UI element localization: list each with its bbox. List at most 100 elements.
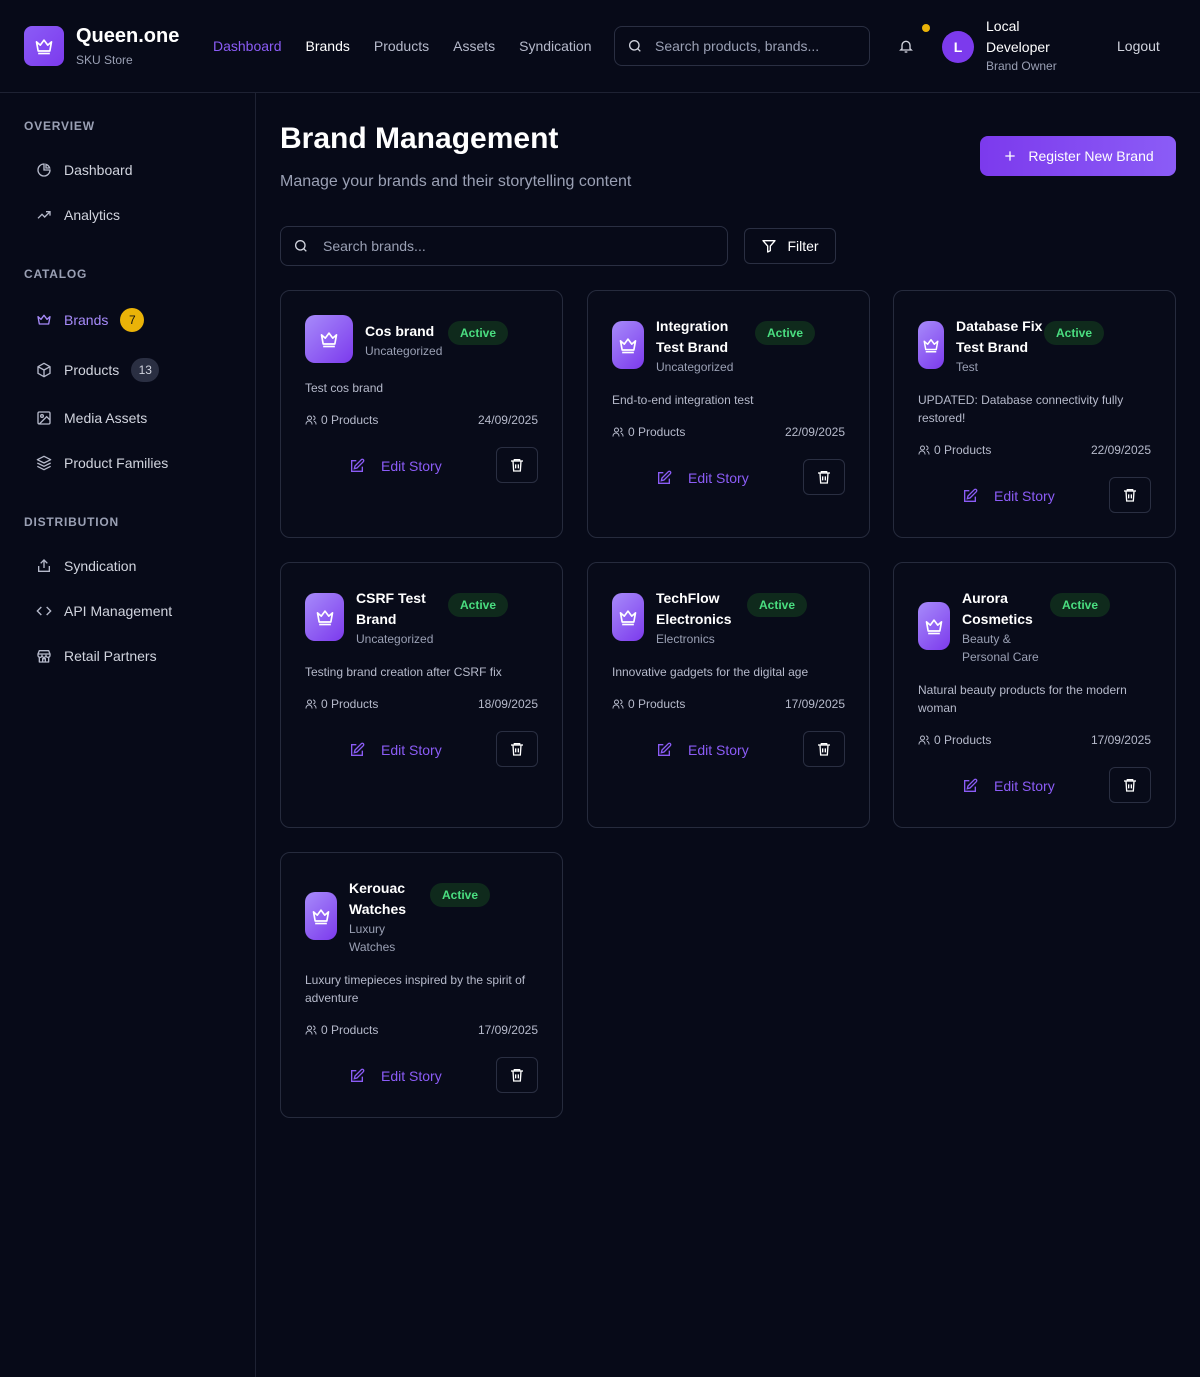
brand-description: End-to-end integration test bbox=[612, 393, 754, 407]
users-icon bbox=[305, 1024, 317, 1036]
nav-products[interactable]: Products bbox=[374, 38, 429, 54]
brand-description: Innovative gadgets for the digital age bbox=[612, 665, 809, 679]
delete-button[interactable] bbox=[496, 731, 538, 767]
brand-card: TechFlow Electronics Electronics Active … bbox=[587, 562, 870, 828]
sidebar-section-overview: OVERVIEW bbox=[24, 119, 95, 133]
trash-icon bbox=[816, 741, 832, 757]
bell-icon[interactable] bbox=[898, 38, 914, 54]
register-brand-button[interactable]: Register New Brand bbox=[980, 136, 1176, 176]
sidebar-item-label: Dashboard bbox=[64, 162, 133, 178]
edit-story-button[interactable]: Edit Story bbox=[349, 1058, 442, 1094]
status-badge: Active bbox=[448, 321, 509, 345]
brand-search[interactable] bbox=[280, 226, 728, 266]
brand-name: Database Fix Test Brand bbox=[956, 318, 1043, 355]
brand-description: Test cos brand bbox=[305, 381, 384, 395]
avatar[interactable]: L bbox=[942, 31, 974, 63]
sidebar-item-label: Product Families bbox=[64, 455, 169, 471]
brand-description: Natural beauty products for the modern w… bbox=[918, 683, 1127, 715]
brand-category: Electronics bbox=[656, 632, 715, 646]
product-count: 0 Products bbox=[934, 733, 992, 747]
page-title: Brand Management bbox=[280, 122, 559, 155]
sidebar-item-syndication[interactable]: Syndication bbox=[24, 548, 232, 584]
status-badge: Active bbox=[747, 593, 808, 617]
sidebar-item-product-families[interactable]: Product Families bbox=[24, 445, 232, 481]
filter-button[interactable]: Filter bbox=[744, 228, 836, 264]
edit-icon bbox=[349, 1068, 365, 1084]
product-count: 0 Products bbox=[321, 697, 379, 711]
page-subtitle: Manage your brands and their storytellin… bbox=[280, 173, 632, 190]
users-icon bbox=[612, 698, 624, 710]
sidebar-item-dashboard[interactable]: Dashboard bbox=[24, 152, 232, 188]
delete-button[interactable] bbox=[803, 459, 845, 495]
sidebar-item-api-management[interactable]: API Management bbox=[24, 593, 232, 629]
global-search[interactable] bbox=[614, 26, 870, 66]
share-icon bbox=[36, 558, 52, 574]
filter-label: Filter bbox=[787, 238, 819, 254]
edit-icon bbox=[349, 742, 365, 758]
nav-syndication[interactable]: Syndication bbox=[519, 38, 591, 54]
sidebar-item-brands[interactable]: Brands 7 bbox=[24, 302, 232, 338]
brand-card: Integration Test Brand Uncategorized Act… bbox=[587, 290, 870, 538]
brand-date: 22/09/2025 bbox=[784, 425, 845, 439]
brand-card: Aurora Cosmetics Beauty & Personal Care … bbox=[893, 562, 1176, 828]
product-count: 0 Products bbox=[934, 443, 992, 457]
top-header: Queen.one SKU Store Dashboard Brands Pro… bbox=[0, 0, 1200, 93]
sidebar-section-catalog: CATALOG bbox=[24, 267, 88, 281]
edit-story-button[interactable]: Edit Story bbox=[962, 768, 1055, 804]
edit-icon bbox=[962, 778, 978, 794]
sidebar-item-media-assets[interactable]: Media Assets bbox=[24, 400, 232, 436]
brand-date: 22/09/2025 bbox=[1090, 443, 1151, 457]
logout-button[interactable]: Logout bbox=[1117, 38, 1160, 54]
app-name: Queen.one bbox=[76, 25, 180, 47]
edit-story-label: Edit Story bbox=[994, 778, 1055, 794]
delete-button[interactable] bbox=[1109, 767, 1151, 803]
crown-logo-icon[interactable] bbox=[24, 26, 64, 66]
brand-category: Luxury Watches bbox=[349, 922, 396, 954]
nav-dashboard[interactable]: Dashboard bbox=[213, 38, 282, 54]
status-badge: Active bbox=[755, 321, 816, 345]
sidebar-item-products[interactable]: Products 13 bbox=[24, 352, 232, 388]
register-brand-label: Register New Brand bbox=[1028, 148, 1154, 164]
edit-story-button[interactable]: Edit Story bbox=[656, 732, 749, 768]
product-count: 0 Products bbox=[321, 413, 379, 427]
crown-icon bbox=[918, 602, 950, 650]
crown-icon bbox=[305, 892, 337, 940]
layers-icon bbox=[36, 455, 52, 471]
crown-icon bbox=[918, 321, 944, 369]
brand-date: 18/09/2025 bbox=[477, 697, 538, 711]
users-icon bbox=[918, 444, 930, 456]
edit-story-button[interactable]: Edit Story bbox=[349, 732, 442, 768]
brand-category: Test bbox=[956, 360, 979, 374]
sidebar-item-label: Retail Partners bbox=[64, 648, 157, 664]
trending-up-icon bbox=[36, 207, 52, 223]
sidebar-item-retail-partners[interactable]: Retail Partners bbox=[24, 638, 232, 674]
delete-button[interactable] bbox=[496, 1057, 538, 1093]
edit-story-label: Edit Story bbox=[688, 470, 749, 486]
app-subtitle: SKU Store bbox=[76, 53, 133, 67]
nav-assets[interactable]: Assets bbox=[453, 38, 495, 54]
delete-button[interactable] bbox=[1109, 477, 1151, 513]
user-role: Brand Owner bbox=[986, 59, 1057, 73]
users-icon bbox=[305, 414, 317, 426]
sidebar-item-analytics[interactable]: Analytics bbox=[24, 197, 232, 233]
edit-story-label: Edit Story bbox=[994, 488, 1055, 504]
delete-button[interactable] bbox=[496, 447, 538, 483]
edit-icon bbox=[349, 458, 365, 474]
sidebar-item-label: Syndication bbox=[64, 558, 137, 574]
crown-icon bbox=[305, 315, 353, 363]
brand-date: 17/09/2025 bbox=[784, 697, 845, 711]
brand-search-input[interactable] bbox=[323, 238, 703, 254]
edit-story-button[interactable]: Edit Story bbox=[349, 448, 442, 484]
global-search-input[interactable] bbox=[655, 38, 845, 54]
product-count: 0 Products bbox=[628, 425, 686, 439]
edit-story-button[interactable]: Edit Story bbox=[656, 460, 749, 496]
brand-category: Uncategorized bbox=[365, 344, 443, 358]
product-count: 0 Products bbox=[628, 697, 686, 711]
product-count: 0 Products bbox=[321, 1023, 379, 1037]
nav-brands[interactable]: Brands bbox=[306, 38, 350, 54]
trash-icon bbox=[509, 741, 525, 757]
trash-icon bbox=[1122, 777, 1138, 793]
edit-icon bbox=[962, 488, 978, 504]
edit-story-button[interactable]: Edit Story bbox=[962, 478, 1055, 514]
delete-button[interactable] bbox=[803, 731, 845, 767]
